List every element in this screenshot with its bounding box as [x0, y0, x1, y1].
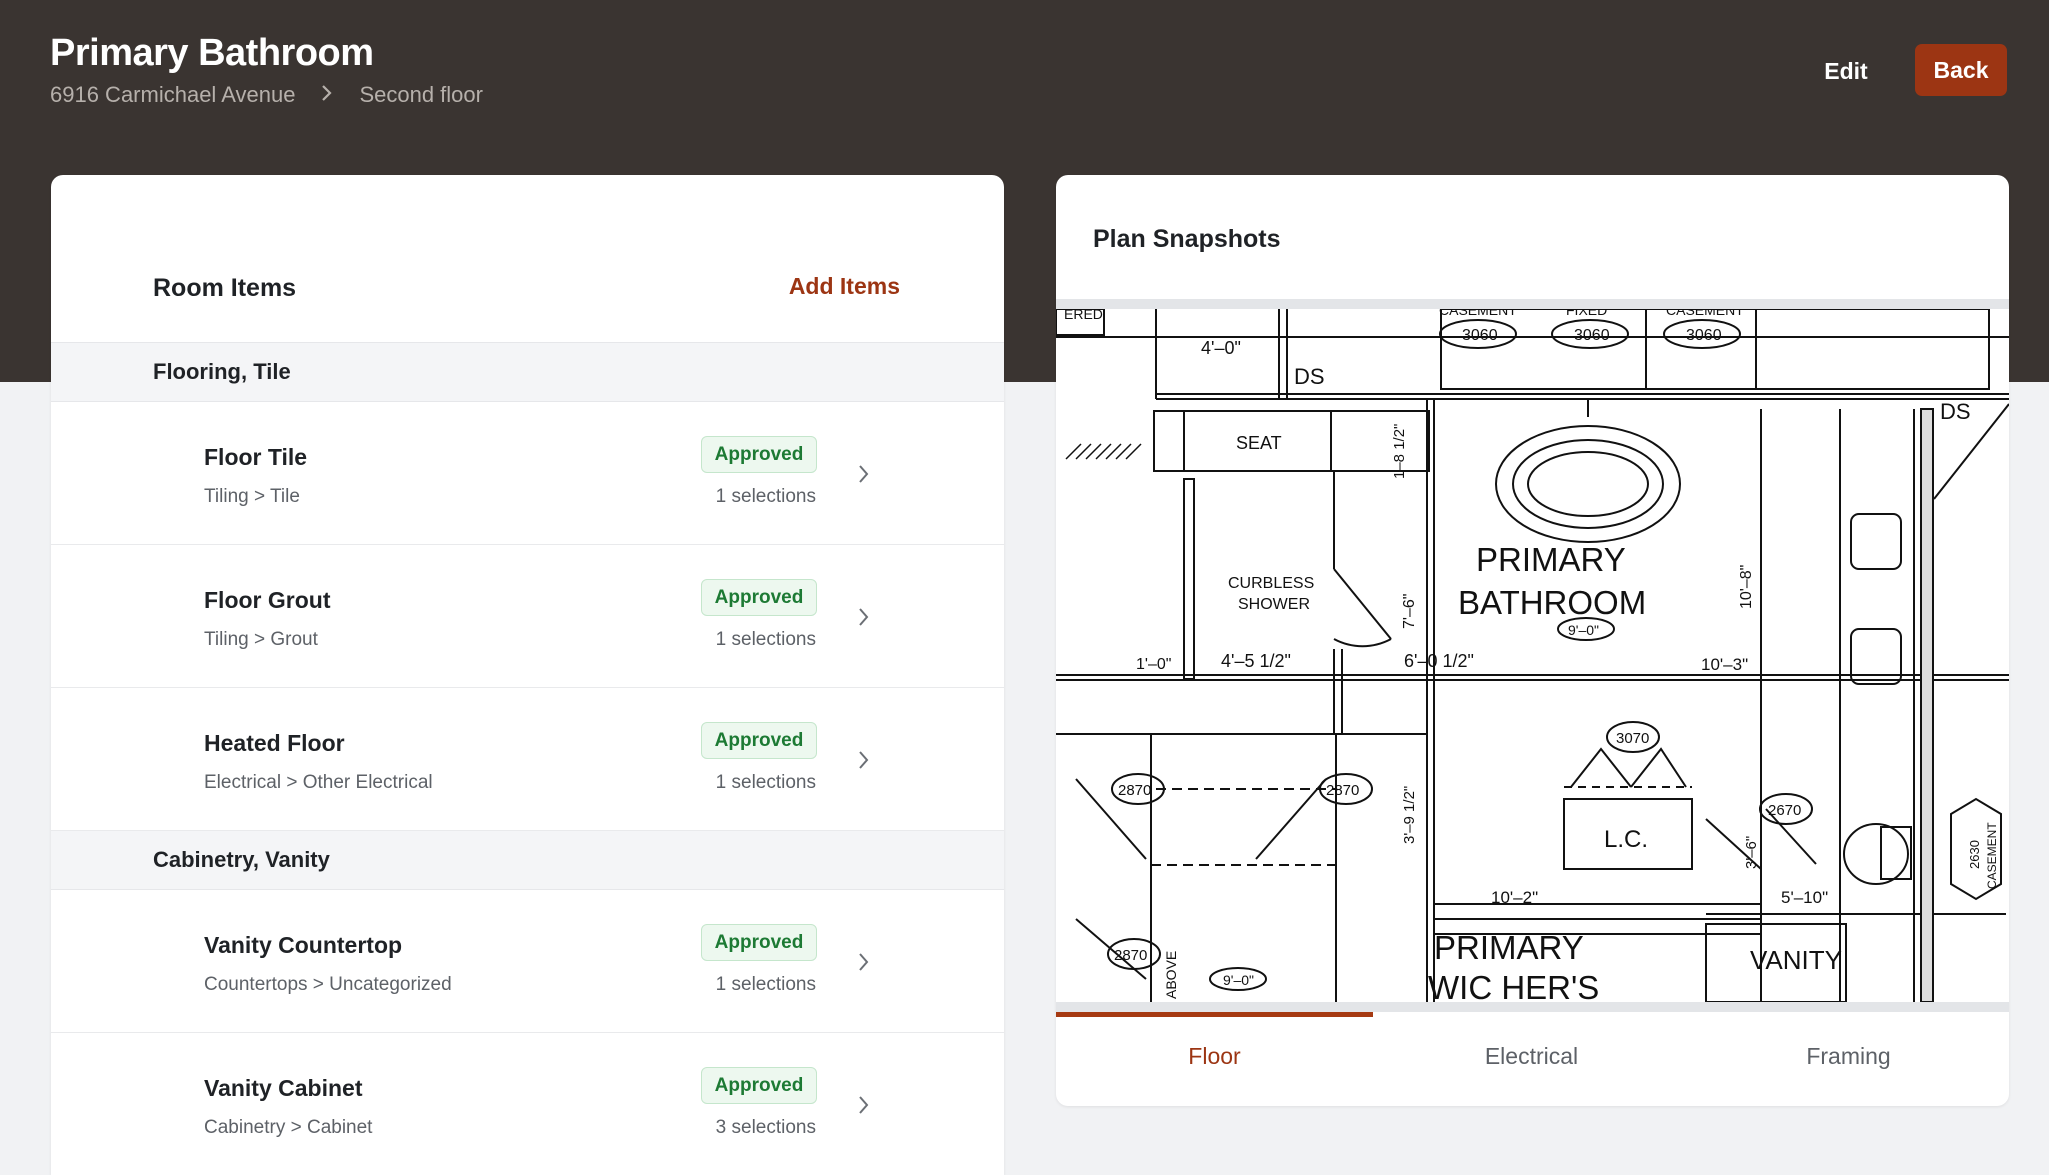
plan-label: 3070: [1616, 730, 1649, 747]
chevron-right-icon: [321, 82, 333, 108]
plan-label: CASEMENT: [1666, 309, 1744, 318]
breadcrumb-floor[interactable]: Second floor: [359, 82, 483, 108]
plan-label: SHOWER: [1238, 596, 1310, 613]
plan-label: CASEMENT: [1439, 309, 1517, 318]
plan-label: 2870: [1114, 947, 1147, 964]
plan-label: 3'–9 1/2": [1401, 786, 1418, 844]
list-item[interactable]: Heated Floor Electrical > Other Electric…: [51, 688, 1004, 831]
plan-label: PRIMARY: [1434, 929, 1584, 966]
plan-label: 3060: [1574, 327, 1610, 344]
item-category: Cabinetry > Cabinet: [204, 1117, 373, 1138]
plan-label: ERED: [1064, 309, 1103, 322]
list-item[interactable]: Floor Grout Tiling > Grout Approved 1 se…: [51, 545, 1004, 688]
plan-label: 2670: [1768, 802, 1801, 819]
room-items-header: Room Items Add Items: [51, 175, 1004, 343]
status-badge: Approved: [701, 579, 817, 616]
plan-label: L.C.: [1604, 826, 1648, 853]
room-items-title: Room Items: [153, 274, 297, 302]
list-item[interactable]: Vanity Countertop Countertops > Uncatego…: [51, 890, 1004, 1033]
item-category: Tiling > Grout: [204, 629, 318, 650]
room-items-card: Room Items Add Items Flooring, Tile Floo…: [51, 175, 1004, 1175]
list-item[interactable]: Vanity Cabinet Cabinetry > Cabinet Appro…: [51, 1033, 1004, 1175]
plan-label: 1'–0": [1136, 656, 1171, 673]
plan-label: 4'–5 1/2": [1221, 651, 1291, 671]
breadcrumb-address[interactable]: 6916 Carmichael Avenue: [50, 82, 295, 108]
item-name: Vanity Cabinet: [204, 1075, 363, 1101]
plan-label: CASEMENT: [1985, 822, 1999, 889]
edit-button[interactable]: Edit: [1806, 54, 1886, 88]
plan-label: 9'–0": [1223, 972, 1254, 988]
plan-label: CURBLESS: [1228, 575, 1314, 592]
plan-label: 4'–0": [1201, 338, 1241, 358]
plan-label: PRIMARY: [1476, 541, 1626, 578]
plan-label: 9'–0": [1568, 622, 1599, 638]
chevron-right-icon[interactable]: [854, 950, 874, 974]
group-header-cabinetry-vanity: Cabinetry, Vanity: [51, 831, 1004, 890]
selections-count: 3 selections: [715, 1117, 816, 1138]
plan-label: 2870: [1118, 782, 1151, 799]
item-category: Tiling > Tile: [204, 486, 300, 507]
chevron-right-icon[interactable]: [854, 748, 874, 772]
plan-divider: [1056, 1002, 2009, 1012]
plan-label: 5'–10": [1781, 888, 1828, 907]
plan-label: 2630: [1967, 840, 1982, 869]
plan-snapshots-card: Plan Snapshots ERED CASEMENT 3060 FIXED …: [1056, 175, 2009, 1106]
plan-label: ABOVE: [1163, 951, 1179, 999]
plan-label: BATHROOM: [1458, 584, 1646, 621]
plan-label: WIC HER'S: [1428, 969, 1599, 1002]
item-name: Floor Grout: [204, 587, 331, 613]
floor-plan-drawing[interactable]: ERED CASEMENT 3060 FIXED 3060 CASEMENT 3…: [1056, 309, 2009, 1002]
plan-label: 2870: [1326, 782, 1359, 799]
plan-label: 3060: [1686, 327, 1722, 344]
plan-snapshots-title: Plan Snapshots: [1093, 225, 1281, 253]
chevron-right-icon[interactable]: [854, 1093, 874, 1117]
item-name: Floor Tile: [204, 444, 308, 470]
plan-label: DS: [1294, 364, 1325, 389]
add-items-button[interactable]: Add Items: [789, 273, 900, 300]
group-header-flooring-tile: Flooring, Tile: [51, 343, 1004, 402]
selections-count: 1 selections: [715, 486, 816, 507]
plan-label: SEAT: [1236, 433, 1282, 453]
status-badge: Approved: [701, 436, 817, 473]
plan-label: 1–8 1/2": [1391, 424, 1408, 479]
plan-label: 6'–0 1/2": [1404, 651, 1474, 671]
item-category: Electrical > Other Electrical: [204, 772, 433, 793]
item-category: Countertops > Uncategorized: [204, 974, 452, 995]
plan-label: 3'–6": [1743, 836, 1760, 869]
chevron-right-icon[interactable]: [854, 462, 874, 486]
status-badge: Approved: [701, 722, 817, 759]
back-button[interactable]: Back: [1915, 44, 2007, 96]
page-title: Primary Bathroom: [50, 32, 374, 74]
plan-label: 10'–2": [1491, 888, 1538, 907]
plan-divider: [1056, 299, 2009, 309]
selections-count: 1 selections: [715, 629, 816, 650]
breadcrumb: 6916 Carmichael Avenue Second floor: [50, 82, 483, 108]
plan-label: DS: [1940, 399, 1971, 424]
active-tab-indicator: [1056, 1012, 1373, 1017]
chevron-right-icon[interactable]: [854, 605, 874, 629]
selections-count: 1 selections: [715, 772, 816, 793]
status-badge: Approved: [701, 1067, 817, 1104]
plan-label: 10'–3": [1701, 655, 1748, 674]
plan-label: 3060: [1462, 327, 1498, 344]
tab-framing[interactable]: Framing: [1690, 1043, 2007, 1070]
selections-count: 1 selections: [715, 974, 816, 995]
status-badge: Approved: [701, 924, 817, 961]
plan-label: FIXED: [1566, 309, 1607, 318]
plan-label: 10'–8": [1738, 565, 1755, 609]
plan-label: 7'–6": [1401, 594, 1418, 629]
plan-label: VANITY: [1750, 945, 1842, 975]
list-item[interactable]: Floor Tile Tiling > Tile Approved 1 sele…: [51, 402, 1004, 545]
tab-electrical[interactable]: Electrical: [1373, 1043, 1690, 1070]
tab-floor[interactable]: Floor: [1056, 1043, 1373, 1070]
item-name: Vanity Countertop: [204, 932, 403, 958]
item-name: Heated Floor: [204, 730, 345, 756]
